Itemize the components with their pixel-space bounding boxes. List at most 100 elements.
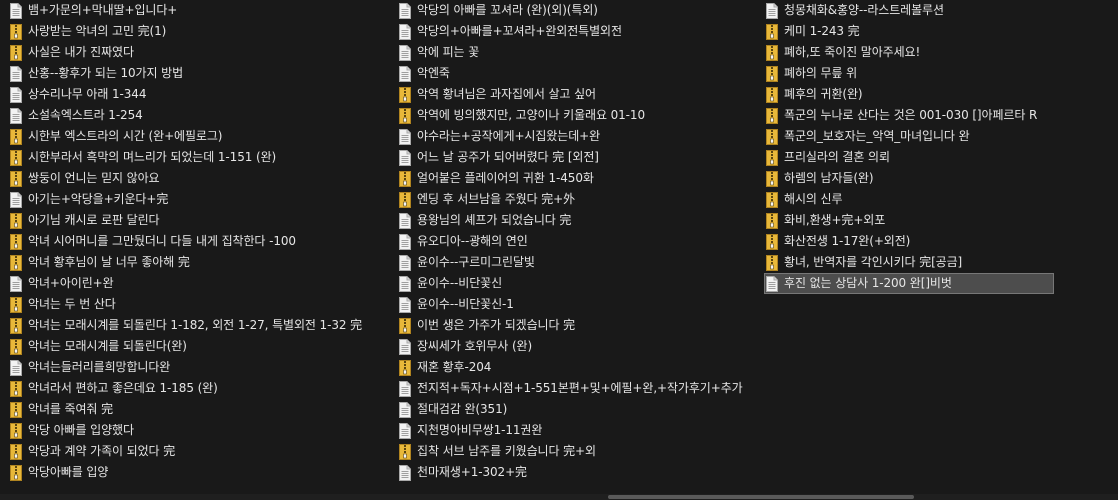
file-item[interactable]: 악녀는들러리를희망합니다완 (8, 357, 392, 378)
text-file-icon (766, 275, 778, 292)
file-name: 뱀+가문의+막내딸+입니다+ (28, 3, 178, 17)
file-item[interactable]: 프리실라의 결혼 의뢰 (764, 147, 1054, 168)
file-item[interactable]: 폭군의_보호자는_악역_마녀입니다 완 (764, 126, 1054, 147)
file-item[interactable]: 후진 없는 상담사 1-200 완[]비벗 (764, 273, 1054, 294)
file-item[interactable]: 장씨세가 호위무사 (완) (397, 336, 761, 357)
file-item[interactable]: 악녀 시어머니를 그만뒀더니 다들 내게 집착한다 -100 (8, 231, 392, 252)
file-item[interactable]: 천마재생+1-302+完 (397, 462, 761, 483)
file-item[interactable]: 악에 피는 꽃 (397, 42, 761, 63)
zip-file-icon (10, 44, 22, 61)
text-file-icon (399, 128, 411, 145)
file-item[interactable]: 악당아빠를 입양 (8, 462, 392, 483)
file-item[interactable]: 유오디아--광해의 연인 (397, 231, 761, 252)
text-file-icon (10, 65, 22, 82)
file-item[interactable]: 악녀라서 편하고 좋은데요 1-185 (완) (8, 378, 392, 399)
file-item[interactable]: 악당 아빠를 입양했다 (8, 420, 392, 441)
file-item[interactable]: 시한부 엑스트라의 시간 (완+에필로그) (8, 126, 392, 147)
text-file-icon (399, 464, 411, 481)
file-name: 장씨세가 호위무사 (완) (417, 339, 533, 353)
file-item[interactable]: 악당의 아빠를 꼬셔라 (완)(외)(특외) (397, 0, 761, 21)
horizontal-scrollbar[interactable] (0, 494, 1118, 500)
file-item[interactable]: 악역 황녀님은 과자집에서 살고 싶어 (397, 84, 761, 105)
file-name: 아기는+악당을+키운다+完 (28, 192, 169, 206)
file-item[interactable]: 윤이수--구르미그린달빛 (397, 252, 761, 273)
file-item[interactable]: 상수리나무 아래 1-344 (8, 84, 392, 105)
file-item[interactable]: 악엔죽 (397, 63, 761, 84)
zip-file-icon (766, 191, 778, 208)
file-item[interactable]: 윤이수--비단꽃신-1 (397, 294, 761, 315)
file-item[interactable]: 야수라는+공작에게+시집왔는데+완 (397, 126, 761, 147)
file-item[interactable]: 용왕님의 셰프가 되었습니다 完 (397, 210, 761, 231)
file-item[interactable]: 전지적+독자+시점+1-551본편+및+에필+완,+작가후기+추가 (397, 378, 761, 399)
file-name: 악녀 황후님이 날 너무 좋아해 完 (28, 255, 190, 269)
file-item[interactable]: 케미 1-243 完 (764, 21, 1054, 42)
file-item[interactable]: 절대검감 완(351) (397, 399, 761, 420)
file-name: 사실은 내가 진짜였다 (28, 45, 134, 59)
file-name: 상수리나무 아래 1-344 (28, 87, 147, 101)
file-item[interactable]: 폐후의 귀환(완) (764, 84, 1054, 105)
file-name: 재혼 황후-204 (417, 360, 492, 374)
file-name: 후진 없는 상담사 1-200 완[]비벗 (784, 276, 952, 290)
file-item[interactable]: 하렘의 남자들(완) (764, 168, 1054, 189)
file-item[interactable]: 악역에 빙의했지만, 고양이나 키울래요 01-10 (397, 105, 761, 126)
file-item[interactable]: 얼어붙은 플레이어의 귀환 1-450화 (397, 168, 761, 189)
file-item[interactable]: 산홍--황후가 되는 10가지 방법 (8, 63, 392, 84)
file-item[interactable]: 악녀 황후님이 날 너무 좋아해 完 (8, 252, 392, 273)
file-name: 시한부 엑스트라의 시간 (완+에필로그) (28, 129, 223, 143)
file-item[interactable]: 화비,환생+完+외포 (764, 210, 1054, 231)
file-item[interactable]: 악녀를 죽여줘 完 (8, 399, 392, 420)
file-name: 악녀+아이린+완 (28, 276, 114, 290)
file-item[interactable]: 황녀, 반역자를 각인시키다 完[공금] (764, 252, 1054, 273)
file-item[interactable]: 소설속엑스트라 1-254 (8, 105, 392, 126)
file-item[interactable]: 악당과 계약 가족이 되었다 完 (8, 441, 392, 462)
zip-file-icon (10, 443, 22, 460)
file-name: 얼어붙은 플레이어의 귀환 1-450화 (417, 171, 594, 185)
file-name: 사랑받는 악녀의 고민 完(1) (28, 24, 167, 38)
file-item[interactable]: 청몽채화&홍양--라스트레볼루션 (764, 0, 1054, 21)
file-item[interactable]: 폐하의 무릎 위 (764, 63, 1054, 84)
file-item[interactable]: 뱀+가문의+막내딸+입니다+ (8, 0, 392, 21)
file-item[interactable]: 사랑받는 악녀의 고민 完(1) (8, 21, 392, 42)
file-name: 악엔죽 (417, 66, 450, 80)
file-name: 윤이수--비단꽃신-1 (417, 297, 514, 311)
file-name: 천마재생+1-302+完 (417, 465, 527, 479)
file-item[interactable]: 집착 서브 남주를 키웠습니다 完+외 (397, 441, 761, 462)
file-item[interactable]: 윤이수--비단꽃신 (397, 273, 761, 294)
file-item[interactable]: 이번 생은 가주가 되겠습니다 完 (397, 315, 761, 336)
file-item[interactable]: 아기는+악당을+키운다+完 (8, 189, 392, 210)
zip-file-icon (399, 107, 411, 124)
file-item[interactable]: 악녀+아이린+완 (8, 273, 392, 294)
file-item[interactable]: 악녀는 모래시계를 되돌린다(완) (8, 336, 392, 357)
file-item[interactable]: 쌍둥이 언니는 믿지 않아요 (8, 168, 392, 189)
text-file-icon (399, 254, 411, 271)
file-name: 케미 1-243 完 (784, 24, 860, 38)
file-item[interactable]: 사실은 내가 진짜였다 (8, 42, 392, 63)
zip-file-icon (399, 359, 411, 376)
file-item[interactable]: 악녀는 두 번 산다 (8, 294, 392, 315)
zip-file-icon (10, 338, 22, 355)
file-item[interactable]: 지천명아비무쌍1-11권완 (397, 420, 761, 441)
file-item[interactable]: 시한부라서 흑막의 며느리가 되었는데 1-151 (완) (8, 147, 392, 168)
scrollbar-thumb[interactable] (608, 495, 914, 499)
text-file-icon (399, 275, 411, 292)
file-item[interactable]: 폐하,또 죽이진 말아주세요! (764, 42, 1054, 63)
zip-file-icon (766, 149, 778, 166)
file-list: 뱀+가문의+막내딸+입니다+ 사랑받는 악녀의 고민 完(1) 사실은 내가 진짜였… (0, 0, 1118, 494)
file-item[interactable]: 악녀는 모래시계를 되돌린다 1-182, 외전 1-27, 특별외전 1-32… (8, 315, 392, 336)
file-item[interactable]: 화산전생 1-17완(+외전) (764, 231, 1054, 252)
file-item[interactable]: 폭군의 누나로 산다는 것은 001-030 []아페르타 R (764, 105, 1054, 126)
zip-file-icon (766, 65, 778, 82)
file-name: 악역 황녀님은 과자집에서 살고 싶어 (417, 87, 596, 101)
zip-file-icon (10, 401, 22, 418)
file-item[interactable]: 재혼 황후-204 (397, 357, 761, 378)
file-item[interactable]: 어느 날 공주가 되어버렸다 完 [외전] (397, 147, 761, 168)
zip-file-icon (766, 44, 778, 61)
file-item[interactable]: 악당의+아빠를+꼬셔라+완외전특별외전 (397, 21, 761, 42)
file-name: 폭군의 누나로 산다는 것은 001-030 []아페르타 R (784, 108, 1038, 122)
file-name: 야수라는+공작에게+시집왔는데+완 (417, 129, 601, 143)
file-item[interactable]: 해시의 신루 (764, 189, 1054, 210)
zip-file-icon (766, 233, 778, 250)
file-name: 유오디아--광해의 연인 (417, 234, 528, 248)
file-item[interactable]: 아기님 캐시로 로판 달린다 (8, 210, 392, 231)
file-item[interactable]: 엔딩 후 서브남을 주웠다 完+外 (397, 189, 761, 210)
